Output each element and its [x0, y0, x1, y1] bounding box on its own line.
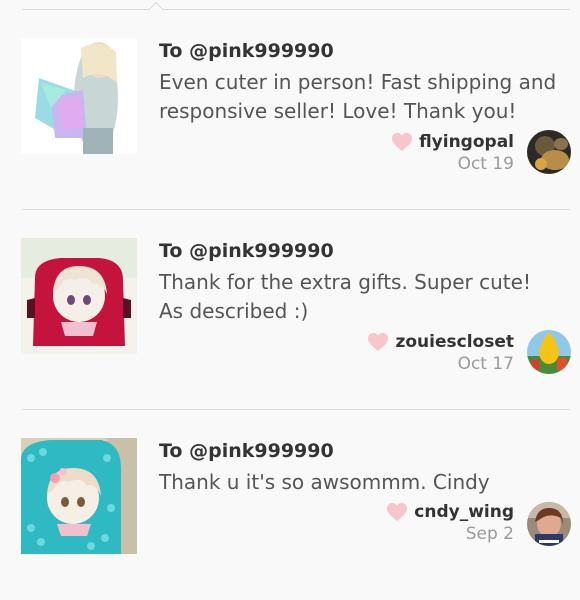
review-item: To @pink999990 Thank for the extra gifts… [0, 200, 580, 400]
review-recipient[interactable]: To @pink999990 [159, 240, 334, 262]
review-date: Sep 2 [465, 524, 514, 544]
review-text: Thank for the extra gifts. Super cute! A… [159, 270, 531, 323]
review-recipient[interactable]: To @pink999990 [159, 440, 334, 462]
reviewer-username[interactable]: zouiescloset [395, 332, 514, 352]
avatar[interactable] [527, 130, 571, 174]
heart-icon[interactable] [367, 332, 389, 352]
review-recipient[interactable]: To @pink999990 [159, 40, 334, 62]
reviewer-username[interactable]: cndy_wing [414, 502, 514, 522]
review-text: Even cuter in person! Fast shipping and … [159, 70, 557, 123]
listing-thumbnail[interactable] [21, 438, 137, 554]
review-meta: cndy_wing Sep 2 [386, 502, 514, 544]
review-text: Thank u it's so awsommm. Cindy [159, 470, 490, 494]
review-meta: flyingopal Oct 19 [391, 132, 514, 174]
heart-icon[interactable] [386, 502, 408, 522]
listing-thumbnail[interactable] [21, 38, 137, 154]
avatar[interactable] [527, 502, 571, 546]
heart-icon[interactable] [391, 132, 413, 152]
review-item: To @pink999990 Thank u it's so awsommm. … [0, 400, 580, 600]
review-date: Oct 17 [457, 354, 514, 374]
review-item: To @pink999990 Even cuter in person! Fas… [0, 0, 580, 200]
avatar[interactable] [527, 330, 571, 374]
listing-thumbnail[interactable] [21, 238, 137, 354]
review-meta: zouiescloset Oct 17 [367, 332, 514, 374]
reviewer-username[interactable]: flyingopal [419, 132, 514, 152]
review-date: Oct 19 [457, 154, 514, 174]
